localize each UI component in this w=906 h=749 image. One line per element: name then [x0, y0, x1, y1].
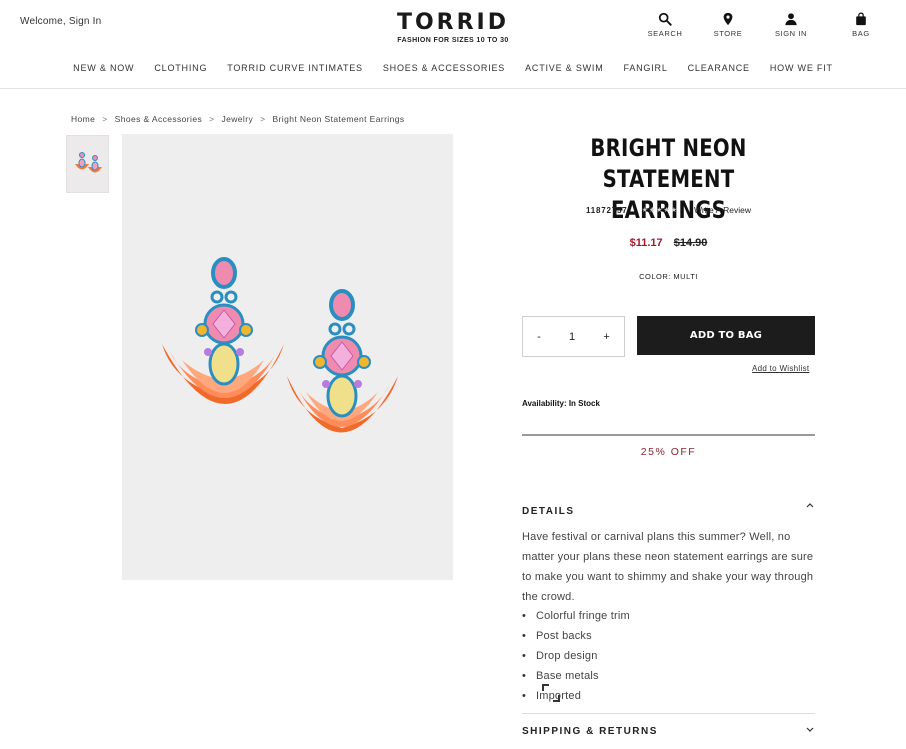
- breadcrumb-jewelry[interactable]: Jewelry: [221, 114, 253, 124]
- product-meta: 11872757 | ★★★★★ Write A Review: [522, 205, 815, 215]
- quantity-increase-button[interactable]: +: [603, 331, 609, 343]
- nav-item-shoes-accessories[interactable]: SHOES & ACCESSORIES: [383, 63, 505, 73]
- add-to-bag-button[interactable]: ADD TO BAG: [637, 316, 815, 355]
- feature-item: Base metals: [522, 666, 630, 686]
- feature-item: Drop design: [522, 646, 630, 666]
- nav-item-new-now[interactable]: NEW & NOW: [73, 63, 134, 73]
- breadcrumb: Home > Shoes & Accessories > Jewelry > B…: [71, 114, 405, 124]
- product-thumbnail[interactable]: [66, 135, 109, 193]
- add-to-wishlist-link[interactable]: Add to Wishlist: [752, 364, 809, 373]
- earrings-product-image: [162, 257, 398, 433]
- breadcrumb-current: Bright Neon Statement Earrings: [272, 114, 405, 124]
- bag-button[interactable]: BAG: [836, 12, 886, 38]
- shopping-bag-icon: [856, 12, 866, 26]
- chevron-down-icon[interactable]: [805, 724, 815, 734]
- search-icon: [658, 12, 672, 26]
- sign-in-button[interactable]: SIGN IN: [766, 12, 816, 38]
- quantity-decrease-button[interactable]: -: [537, 331, 541, 343]
- chevron-up-icon[interactable]: [805, 500, 815, 510]
- feature-item: Post backs: [522, 626, 630, 646]
- promo-badge: 25% OFF: [640, 446, 697, 458]
- price-block: $11.17 $14.90: [522, 237, 815, 249]
- nav-item-how-we-fit[interactable]: HOW WE FIT: [770, 63, 833, 73]
- sale-price: $11.17: [629, 237, 663, 249]
- nav-item-active-swim[interactable]: ACTIVE & SWIM: [525, 63, 603, 73]
- availability-status: Availability: In Stock: [522, 399, 600, 408]
- section-divider: [522, 713, 815, 714]
- breadcrumb-separator: >: [102, 114, 108, 124]
- search-label: SEARCH: [647, 29, 683, 38]
- write-review-link[interactable]: Write A Review: [694, 205, 751, 215]
- product-description: Have festival or carnival plans this sum…: [522, 531, 814, 603]
- map-pin-icon: [723, 12, 733, 26]
- breadcrumb-separator: >: [260, 114, 266, 124]
- nav-item-clothing[interactable]: CLOTHING: [154, 63, 207, 73]
- sign-in-label: SIGN IN: [774, 29, 808, 38]
- meta-separator: |: [633, 205, 636, 215]
- quantity-value[interactable]: 1: [569, 331, 575, 343]
- product-main-image[interactable]: [122, 134, 560, 702]
- bag-label: BAG: [852, 29, 870, 38]
- breadcrumb-home[interactable]: Home: [71, 114, 95, 124]
- store-label: STORE: [713, 29, 743, 38]
- promo-divider: [522, 434, 815, 436]
- user-icon: [785, 13, 797, 26]
- feature-item: Imported: [522, 686, 630, 706]
- nav-item-torrid-curve-intimates[interactable]: TORRID CURVE INTIMATES: [227, 63, 363, 73]
- nav-divider: [0, 88, 906, 89]
- original-price: $14.90: [673, 237, 708, 249]
- product-feature-list: Colorful fringe trim Post backs Drop des…: [522, 606, 630, 706]
- breadcrumb-shoes-accessories[interactable]: Shoes & Accessories: [115, 114, 202, 124]
- store-button[interactable]: STORE: [703, 12, 753, 38]
- product-sku: 11872757: [585, 205, 628, 215]
- rating-stars[interactable]: ★★★★★: [642, 206, 678, 214]
- main-nav: NEW & NOW CLOTHING TORRID CURVE INTIMATE…: [0, 63, 906, 73]
- breadcrumb-separator: >: [209, 114, 215, 124]
- logo-tagline: FASHION FOR SIZES 10 TO 30: [397, 37, 509, 44]
- thumbnail-earrings-image: [74, 152, 102, 173]
- nav-item-fangirl[interactable]: FANGIRL: [624, 63, 668, 73]
- search-button[interactable]: SEARCH: [640, 12, 690, 38]
- color-label: COLOR: MULTI: [639, 272, 698, 281]
- shipping-returns-heading[interactable]: SHIPPING & RETURNS: [522, 726, 658, 737]
- feature-item: Colorful fringe trim: [522, 606, 630, 626]
- details-section-heading[interactable]: DETAILS: [522, 506, 575, 517]
- nav-item-clearance[interactable]: CLEARANCE: [688, 63, 750, 73]
- quantity-stepper: - 1 +: [522, 316, 625, 357]
